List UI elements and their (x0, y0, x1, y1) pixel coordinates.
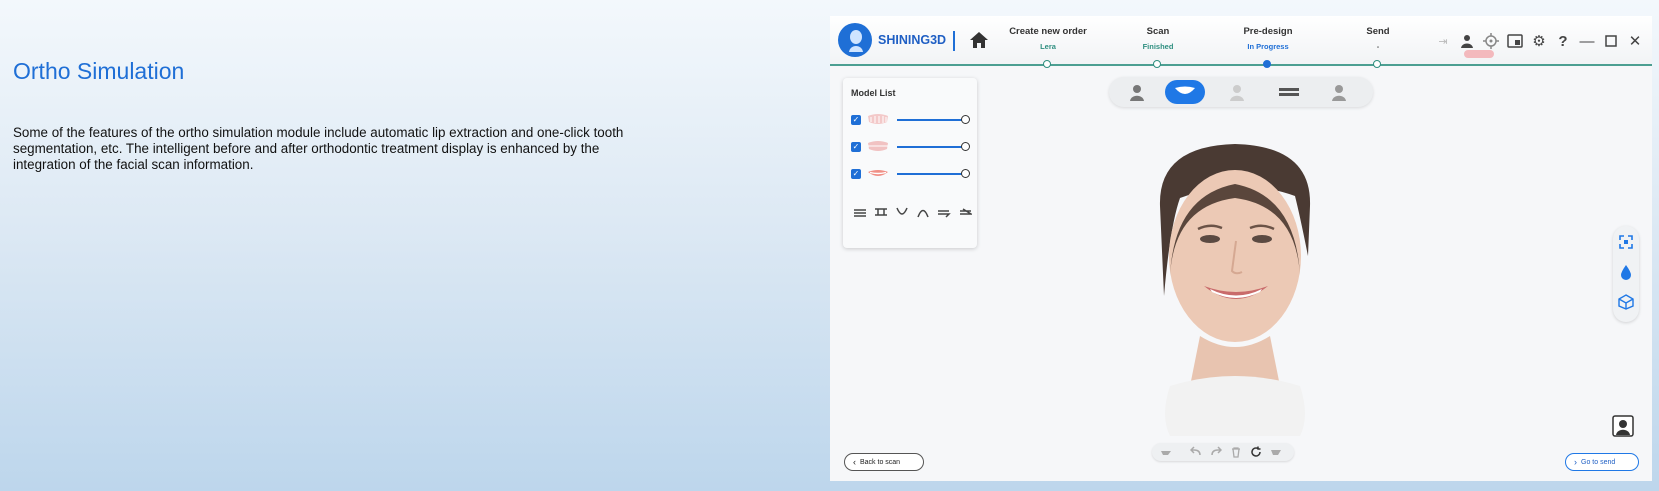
bite-tool-icon[interactable] (874, 206, 888, 218)
face-faded-view-icon[interactable] (1217, 80, 1257, 104)
model-tools (853, 206, 972, 218)
step-title: Scan (1146, 26, 1170, 37)
teeth-view-icon[interactable] (1165, 80, 1205, 104)
chevron-left-icon: ‹ (853, 457, 856, 467)
redo-icon[interactable] (1210, 446, 1222, 458)
3d-box-icon[interactable] (1618, 294, 1634, 310)
upper-opacity-knob[interactable] (961, 115, 970, 124)
lower-teeth-icon (868, 141, 888, 151)
step-title: Create new order (1009, 26, 1087, 37)
texture-drop-icon[interactable] (1618, 264, 1634, 280)
app-window: SHINING3D Create new order Lera Scan Fin… (830, 16, 1652, 481)
lower-model-checkbox[interactable]: ✓ (851, 142, 861, 152)
user-icon[interactable] (1458, 32, 1476, 50)
arrow-right-icon[interactable]: ⇥ (1434, 32, 1452, 50)
gear-icon[interactable]: ⚙ (1530, 32, 1548, 50)
left-side-tool-icon[interactable] (937, 206, 951, 218)
home-icon[interactable] (968, 30, 990, 50)
back-button-label: Back to scan (860, 458, 901, 466)
upper-curve-tool-icon[interactable] (916, 206, 930, 218)
top-bar: SHINING3D Create new order Lera Scan Fin… (830, 16, 1652, 68)
lower-opacity-knob[interactable] (961, 142, 970, 151)
lip-icon (868, 170, 888, 176)
lower-arch-tool-icon[interactable] (895, 206, 909, 218)
maximize-icon[interactable] (1602, 32, 1620, 50)
lip-opacity-slider[interactable] (897, 173, 965, 175)
step-scan[interactable]: Scan Finished (1103, 26, 1213, 51)
bottom-toolbar (1152, 443, 1294, 461)
fit-view-icon[interactable] (1618, 234, 1634, 250)
clear-icon[interactable] (1270, 446, 1282, 458)
model-row-lip: ✓ (851, 166, 975, 182)
slide-description: Some of the features of the ortho simula… (13, 125, 624, 172)
upper-arch-tool-icon[interactable] (853, 206, 867, 218)
model-list-title: Model List (851, 88, 896, 98)
face-scan-model[interactable] (1130, 136, 1340, 436)
slide-title: Ortho Simulation (13, 58, 185, 84)
minimize-icon[interactable]: — (1578, 32, 1596, 50)
side-toolbar (1613, 226, 1639, 322)
close-icon[interactable]: ✕ (1626, 32, 1644, 50)
step-create-order[interactable]: Create new order Lera (993, 26, 1103, 51)
model-row-upper: ✓ (851, 112, 975, 128)
eraser-icon[interactable] (1160, 446, 1172, 458)
chevron-right-icon: › (1574, 457, 1577, 467)
step-pre-design[interactable]: Pre-design In Progress (1213, 26, 1323, 51)
face-overlay-view-icon[interactable] (1319, 80, 1359, 104)
upper-model-checkbox[interactable]: ✓ (851, 115, 861, 125)
step-dot (1153, 60, 1161, 68)
help-icon[interactable]: ? (1554, 32, 1572, 50)
step-status: - (1376, 42, 1380, 51)
lip-model-checkbox[interactable]: ✓ (851, 169, 861, 179)
window-controls: ⇥ ⚙ ? — ✕ (1434, 30, 1644, 52)
refresh-icon[interactable] (1250, 446, 1262, 458)
back-to-scan-button[interactable]: ‹ Back to scan (844, 453, 924, 471)
view-selector (1109, 77, 1373, 107)
step-status: In Progress (1247, 42, 1289, 51)
upper-teeth-icon (868, 114, 888, 124)
target-icon[interactable] (1482, 32, 1500, 50)
upper-opacity-slider[interactable] (897, 119, 965, 121)
step-status: Lera (1040, 42, 1056, 51)
face-view-icon[interactable] (1117, 80, 1157, 104)
brand-divider (953, 31, 955, 51)
lip-opacity-knob[interactable] (961, 169, 970, 178)
step-dot (1043, 60, 1051, 68)
step-title: Pre-design (1243, 26, 1293, 37)
next-button-label: Go to send (1581, 458, 1616, 466)
model-list-panel: Model List ✓ ✓ ✓ (843, 78, 977, 248)
step-dot (1373, 60, 1381, 68)
delete-icon[interactable] (1230, 446, 1242, 458)
lower-opacity-slider[interactable] (897, 146, 965, 148)
step-status: Finished (1142, 42, 1174, 51)
step-send[interactable]: Send - (1323, 26, 1433, 51)
screenshot-icon[interactable] (1506, 32, 1524, 50)
progress-line (830, 64, 1652, 66)
step-title: Send (1366, 26, 1390, 37)
brand-name: SHINING3D (878, 33, 947, 47)
step-dot-current (1263, 60, 1271, 68)
undo-icon[interactable] (1190, 446, 1202, 458)
jaw-view-icon[interactable] (1269, 80, 1309, 104)
go-to-send-button[interactable]: › Go to send (1565, 453, 1639, 471)
model-row-lower: ✓ (851, 139, 975, 155)
right-side-tool-icon[interactable] (958, 206, 972, 218)
portrait-frame-icon[interactable] (1612, 415, 1634, 437)
brand-logo-icon (838, 23, 872, 57)
